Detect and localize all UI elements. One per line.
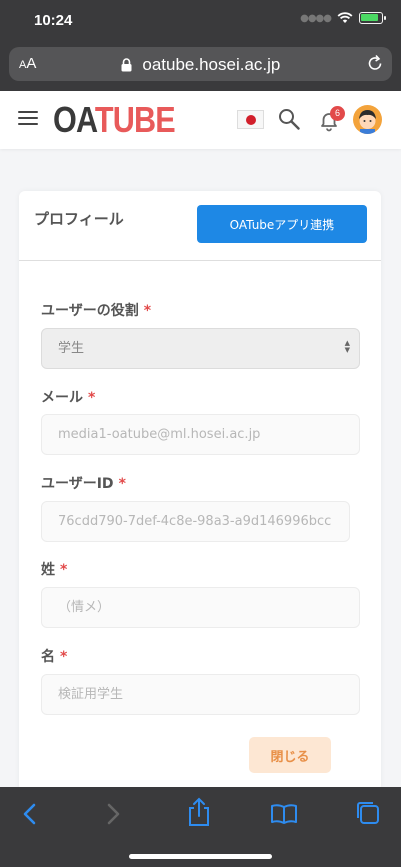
user-id-label: ユーザーID * [41, 476, 126, 492]
bookmarks-icon[interactable] [270, 803, 298, 829]
role-select-value: 学生 [58, 341, 85, 356]
notification-count-badge: 6 [330, 106, 345, 121]
select-arrows-icon: ▲ ▼ [344, 339, 350, 354]
browser-chrome: AA oatube.hosei.ac.jp [0, 42, 401, 91]
share-icon[interactable] [186, 797, 212, 831]
signal-icon: ●●●● [300, 12, 332, 24]
reload-icon[interactable] [366, 53, 384, 77]
hamburger-menu-icon[interactable] [18, 111, 38, 127]
home-indicator [129, 854, 272, 859]
url-bar[interactable]: AA oatube.hosei.ac.jp [9, 47, 392, 81]
battery-icon [359, 12, 386, 24]
card-title: プロフィール [34, 210, 124, 228]
lock-icon [121, 57, 132, 77]
tabs-icon[interactable] [354, 799, 382, 831]
first-name-field[interactable]: 検証用学生 [41, 674, 360, 715]
role-select[interactable]: 学生 ▲ ▼ [41, 328, 360, 369]
url-text: oatube.hosei.ac.jp [142, 55, 281, 74]
status-time: 10:24 [34, 12, 73, 29]
status-indicators: ●●●● [300, 12, 386, 24]
forward-icon[interactable] [103, 801, 123, 831]
user-avatar[interactable] [353, 105, 382, 134]
last-name-label: 姓 * [41, 562, 68, 578]
email-field[interactable]: media1-oatube@ml.hosei.ac.jp [41, 414, 360, 455]
close-button[interactable]: 閉じる [249, 737, 331, 773]
search-icon[interactable] [278, 108, 301, 135]
user-id-field[interactable]: 76cdd790-7def-4c8e-98a3-a9d146996bcc [41, 501, 350, 542]
oatube-app-link-button[interactable]: OATubeアプリ連携 [197, 205, 367, 243]
role-label: ユーザーの役割 * [41, 303, 152, 319]
card-divider [19, 260, 381, 261]
back-icon[interactable] [20, 801, 40, 831]
profile-card: プロフィール OATubeアプリ連携 ユーザーの役割 * 学生 ▲ ▼ メール * m… [19, 191, 381, 791]
wifi-icon [337, 12, 353, 24]
email-label: メール * [41, 390, 96, 406]
oatube-logo[interactable]: OATUBE [53, 99, 176, 141]
status-bar: 10:24 ●●●● [0, 0, 401, 42]
last-name-field[interactable]: （情メ） [41, 587, 360, 628]
first-name-label: 名 * [41, 649, 68, 665]
japan-flag-icon[interactable] [237, 110, 264, 129]
